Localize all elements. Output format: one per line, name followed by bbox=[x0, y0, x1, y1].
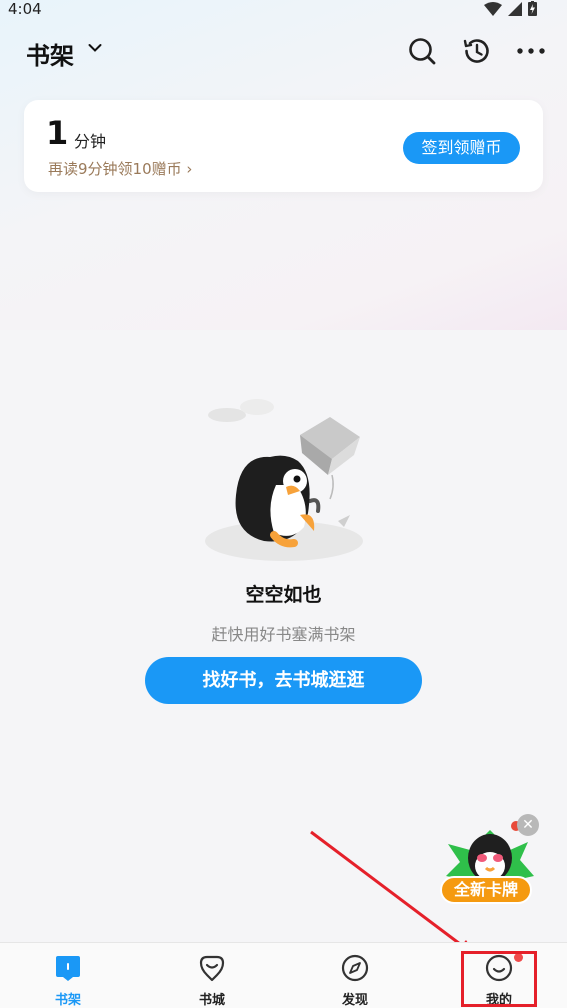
page-title[interactable]: 书架 bbox=[26, 36, 74, 71]
promo-label[interactable]: 全新卡牌 bbox=[440, 876, 532, 904]
more-icon[interactable] bbox=[516, 36, 546, 66]
battery-icon bbox=[528, 1, 537, 16]
bookshelf-icon bbox=[56, 956, 80, 981]
status-time: 4:04 bbox=[8, 0, 42, 18]
chevron-down-icon[interactable] bbox=[88, 43, 102, 53]
reading-time-card[interactable]: 1 分钟 再读9分钟领10赠币 › 签到领赠币 bbox=[24, 100, 543, 192]
empty-state-subtitle: 赶快用好书塞满书架 bbox=[211, 625, 356, 644]
reading-unit: 分钟 bbox=[74, 132, 107, 151]
search-icon[interactable] bbox=[407, 36, 437, 66]
nav-label-discover: 发现 bbox=[341, 993, 368, 1008]
browse-bookstore-button[interactable]: 找好书，去书城逛逛 bbox=[145, 657, 422, 704]
nav-item-bookshelf[interactable]: 书架 bbox=[23, 943, 113, 1008]
nav-label-bookstore: 书城 bbox=[198, 993, 225, 1008]
app-header: 书架 bbox=[0, 28, 567, 78]
history-icon[interactable] bbox=[462, 36, 492, 66]
compass-icon bbox=[341, 954, 369, 982]
empty-shelf-penguin-illustration bbox=[205, 399, 363, 561]
nav-item-discover[interactable]: 发现 bbox=[310, 943, 400, 1008]
status-bar: 4:04 bbox=[0, 0, 567, 22]
nav-item-bookstore[interactable]: 书城 bbox=[167, 943, 257, 1008]
annotation-highlight-box bbox=[461, 951, 537, 1007]
promo-close-button[interactable]: ✕ bbox=[517, 814, 539, 836]
reading-reward-hint[interactable]: 再读9分钟领10赠币 › bbox=[48, 158, 192, 179]
nav-label-bookshelf: 书架 bbox=[54, 993, 81, 1008]
status-icons bbox=[484, 1, 537, 16]
wifi-icon bbox=[484, 1, 502, 16]
signin-reward-button[interactable]: 签到领赠币 bbox=[403, 132, 520, 164]
signal-icon bbox=[508, 1, 522, 16]
empty-state-title: 空空如也 bbox=[245, 584, 322, 606]
bookstore-icon bbox=[199, 955, 225, 982]
reading-minutes: 1 bbox=[46, 114, 69, 152]
